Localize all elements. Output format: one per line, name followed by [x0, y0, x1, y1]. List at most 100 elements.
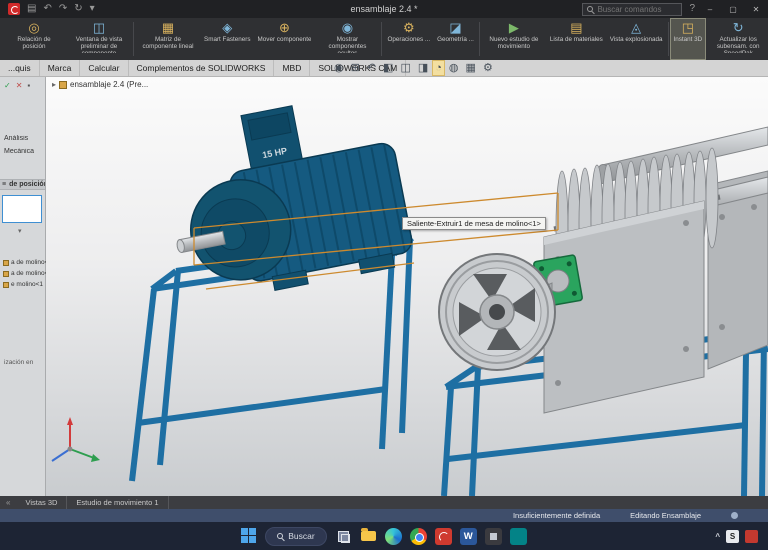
tab-motion-study-1[interactable]: Estudio de movimiento 1	[67, 496, 169, 509]
assembly-features-button[interactable]: ⚙ Operaciones ...	[384, 19, 433, 59]
assembly-root-node[interactable]: ensamblaje 2.4 (Pre...	[70, 80, 148, 89]
hide-show-items-icon[interactable]: ◔	[432, 60, 445, 76]
tab-vistas-3d[interactable]: Vistas 3D	[16, 496, 68, 509]
ribbon-separator	[667, 22, 669, 56]
cancel-x-icon[interactable]: ✕	[16, 81, 23, 90]
reference-geometry-button[interactable]: ◪ Geometría ...	[434, 19, 477, 59]
grinder-front-plate[interactable]	[543, 200, 705, 414]
system-tray: ^ S	[715, 529, 758, 543]
pulley-wheel[interactable]	[438, 253, 556, 371]
electric-motor[interactable]: 15 HP	[155, 88, 416, 307]
tab-calcular[interactable]: Calcular	[80, 60, 129, 76]
redo-icon[interactable]: ↷	[59, 4, 67, 14]
minimize-button[interactable]: –	[702, 5, 718, 14]
orientation-triad[interactable]	[51, 417, 100, 462]
ribbon-label: Actualizar los subensam. con SpeedPak	[716, 36, 760, 53]
help-icon[interactable]: ?	[689, 4, 695, 14]
panel-toolbar: ✓ ✕ ▪	[0, 77, 45, 94]
rebuild-icon[interactable]: ↻	[74, 4, 82, 14]
tab-croquis[interactable]: ...quis	[0, 60, 40, 76]
tray-app-icon-s[interactable]: S	[726, 529, 739, 543]
graphics-area[interactable]: 15 HP ▸ ensamblaje 2.4 (Pre... Saliente-…	[46, 77, 768, 496]
ribbon-label: Instant 3D	[673, 36, 703, 43]
view-orientation-icon[interactable]: ◫	[398, 61, 412, 75]
component-preview-window-button[interactable]: ◫Ventana de vista preliminar de componen…	[67, 19, 131, 59]
tray-app-icon-red[interactable]	[745, 529, 758, 543]
zoom-area-icon[interactable]: ⊞	[349, 61, 362, 75]
expand-chevron-icon[interactable]: ▾	[18, 227, 22, 235]
windows-taskbar: Buscar W ^ S	[0, 522, 768, 550]
show-hidden-components-button[interactable]: ◉Mostrar componentes ocultos	[315, 19, 379, 59]
undo-icon[interactable]: ↶	[43, 4, 51, 14]
mate-entity-item[interactable]: e molino<1	[3, 281, 43, 288]
command-tabs-row: ...quis Marca Calcular Complementos de S…	[0, 60, 768, 77]
tab-complementos[interactable]: Complementos de SOLIDWORKS	[129, 60, 275, 76]
ribbon-separator	[478, 22, 480, 56]
apply-scene-icon[interactable]: ▦	[464, 61, 478, 75]
solidworks-logo-icon[interactable]	[8, 3, 20, 15]
bom-icon: ▤	[570, 20, 583, 35]
heads-up-view-toolbar: ◉ ⊞ ↶ ◧ ◫ ◨ ◔ ◍ ▦ ⚙	[332, 60, 495, 76]
chrome-browser-icon[interactable]	[409, 527, 427, 545]
zoom-fit-icon[interactable]: ◉	[332, 61, 346, 75]
file-explorer-icon[interactable]	[360, 528, 377, 545]
start-button[interactable]	[241, 528, 257, 544]
tab-mechanic-label[interactable]: Mecánica	[4, 148, 34, 155]
linear-pattern-button[interactable]: ▦ Matriz de componente lineal	[136, 19, 200, 59]
mate-button[interactable]: ◎ Relación de posición	[2, 19, 66, 59]
ribbon-label: Geometría ...	[437, 36, 474, 43]
edge-browser-icon[interactable]	[384, 527, 402, 545]
model-scene[interactable]: 15 HP	[46, 77, 768, 496]
mate-group-header[interactable]: ≡ de posición	[0, 179, 45, 190]
previous-view-icon[interactable]: ↶	[365, 61, 378, 75]
hamburger-icon: ≡	[2, 181, 7, 188]
bill-of-materials-button[interactable]: ▤ Lista de materiales	[547, 19, 606, 59]
motion-study-bar: « Vistas 3D Estudio de movimiento 1	[0, 496, 768, 509]
close-button[interactable]: ✕	[748, 5, 764, 14]
quick-access-toolbar: ▤ ↶ ↷ ↻ ▾	[0, 3, 95, 15]
command-search-input[interactable]	[597, 4, 678, 14]
feature-tree-breadcrumb: ▸ ensamblaje 2.4 (Pre...	[52, 80, 148, 89]
mate-entity-item[interactable]: a de molino<1	[3, 259, 46, 266]
tab-marca[interactable]: Marca	[40, 60, 81, 76]
solidworks-app-icon[interactable]	[434, 527, 452, 545]
exploded-view-icon: ◬	[631, 20, 642, 35]
ok-check-icon[interactable]: ✓	[4, 81, 11, 90]
ribbon-label: Nuevo estudio de movimiento	[489, 36, 539, 51]
edit-appearance-icon[interactable]: ◍	[447, 61, 461, 75]
ribbon-label: Matriz de componente lineal	[142, 36, 194, 51]
tab-mbd[interactable]: MBD	[274, 60, 311, 76]
command-search-box[interactable]	[582, 2, 683, 16]
taskbar-search[interactable]: Buscar	[265, 526, 327, 546]
exploded-view-button[interactable]: ◬ Vista explosionada	[607, 19, 666, 59]
app-icon-teal[interactable]	[509, 527, 527, 545]
section-view-icon[interactable]: ◧	[381, 61, 395, 75]
display-style-icon[interactable]: ◨	[416, 61, 430, 75]
collapse-tree-arrow[interactable]: ▸	[52, 80, 56, 89]
move-component-button[interactable]: ⊕ Mover componente	[255, 19, 315, 59]
new-motion-study-button[interactable]: ▶ Nuevo estudio de movimiento	[482, 19, 546, 59]
word-app-icon[interactable]: W	[459, 527, 477, 545]
ribbon-label: Vista explosionada	[609, 36, 663, 43]
mate-icon: ◎	[28, 20, 40, 35]
collapse-left-icon[interactable]: «	[0, 496, 16, 509]
smart-fasteners-button[interactable]: ◈ Smart Fasteners	[201, 19, 254, 59]
tray-chevron-icon[interactable]: ^	[715, 532, 720, 541]
instant-3d-button[interactable]: ◳ Instant 3D	[669, 18, 707, 60]
ribbon-label: Ventana de vista preliminar de component…	[75, 36, 123, 53]
edit-mode-label: Editando Ensamblaje	[630, 511, 701, 520]
main-area: ✓ ✕ ▪ Análisis Mecánica ≡ de posición ▾ …	[0, 77, 768, 496]
pin-icon[interactable]: ▪	[27, 81, 30, 90]
view-settings-icon[interactable]: ⚙	[481, 61, 495, 75]
ribbon-separator	[133, 22, 134, 56]
app-icon-dark[interactable]	[484, 527, 502, 545]
mate-entity-item[interactable]: a de molino<1	[3, 270, 46, 277]
mate-selection-box[interactable]	[2, 195, 42, 223]
tab-analysis-label[interactable]: Análisis	[4, 135, 28, 142]
save-icon[interactable]: ▤	[27, 4, 36, 14]
maximize-button[interactable]: ▢	[725, 5, 741, 14]
task-view-icon[interactable]	[335, 528, 352, 545]
preview-window-icon: ◫	[92, 20, 106, 35]
speedpak-update-button[interactable]: ↻Actualizar los subensam. con SpeedPak	[706, 19, 768, 59]
menu-dropdown-icon[interactable]: ▾	[90, 4, 95, 14]
